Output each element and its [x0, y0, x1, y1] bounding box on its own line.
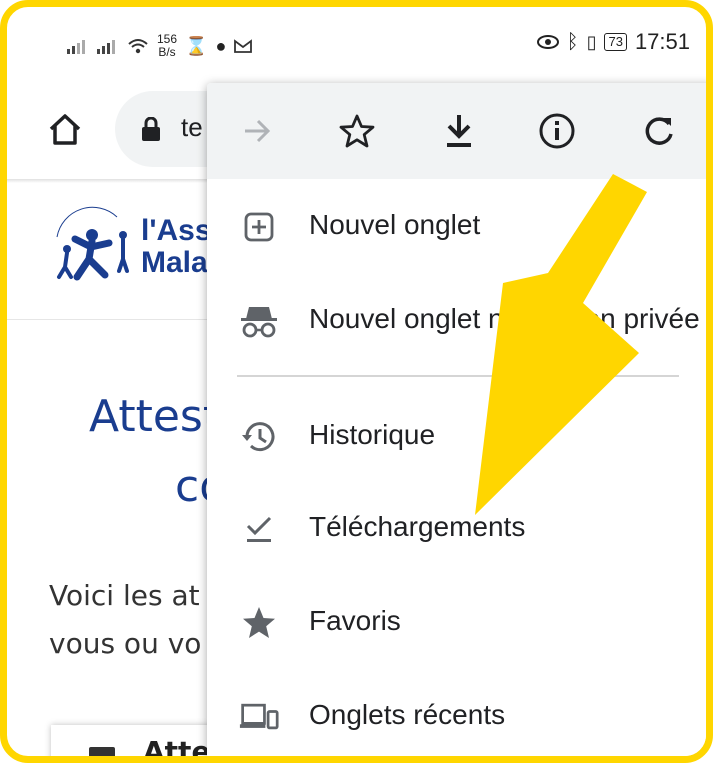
gmail-icon	[234, 39, 253, 53]
logo-line-1: l'Ass	[141, 214, 212, 247]
clock: 17:51	[634, 29, 690, 54]
wifi-icon	[128, 39, 148, 54]
card-title: Atte	[143, 735, 211, 763]
logo-line-2: Mala	[141, 246, 208, 279]
refresh-icon[interactable]	[639, 111, 679, 151]
forward-icon[interactable]	[237, 111, 277, 151]
home-icon[interactable]	[47, 111, 83, 147]
url-text: te	[181, 112, 203, 142]
menu-item-label: Téléchargements	[309, 511, 526, 542]
body-text-line-2: vous ou vo	[49, 627, 202, 660]
star-icon[interactable]	[337, 111, 377, 151]
menu-item-new-tab[interactable]: Nouvel onglet	[207, 187, 706, 267]
body-text-line-1: Voici les at	[49, 579, 200, 612]
history-icon	[239, 417, 279, 457]
menu-item-recent-tabs[interactable]: Onglets récents	[207, 677, 706, 756]
status-left: 156 B/s ⌛ ●	[67, 33, 253, 59]
signal-icon	[67, 40, 85, 54]
devices-icon	[239, 697, 279, 737]
menu-action-bar	[207, 83, 706, 179]
overflow-menu: Nouvel onglet Nouvel onglet navigation p…	[207, 83, 706, 756]
menu-item-label: Nouvel onglet	[309, 209, 481, 240]
bluetooth-icon: ᛒ	[566, 30, 579, 53]
star-filled-icon	[239, 603, 279, 643]
net-speed: 156 B/s	[157, 33, 177, 59]
eye-icon	[536, 35, 559, 49]
battery-indicator: 73	[604, 33, 627, 51]
menu-item-bookmarks[interactable]: Favoris	[207, 583, 706, 663]
menu-item-incognito[interactable]: Nouvel onglet navigation privée	[207, 281, 706, 361]
net-speed-unit: B/s	[158, 45, 176, 59]
menu-item-label: Nouvel onglet navigation privée	[309, 303, 700, 334]
menu-separator	[237, 375, 679, 377]
record-icon: ●	[215, 35, 227, 56]
status-right: ᛒ ▯ 73 17:51	[536, 29, 690, 55]
download-icon[interactable]	[439, 111, 479, 151]
logo-wordmark: l'Ass Mala	[141, 215, 212, 279]
status-bar: 156 B/s ⌛ ● ᛒ ▯ 73 17:51	[7, 7, 706, 87]
assurance-maladie-logo	[56, 206, 129, 281]
menu-item-history[interactable]: Historique	[207, 397, 706, 477]
info-icon[interactable]	[537, 111, 577, 151]
incognito-icon	[239, 301, 279, 341]
hourglass-icon: ⌛	[185, 35, 208, 56]
lock-icon	[142, 117, 160, 141]
screenshot-frame: 156 B/s ⌛ ● ᛒ ▯ 73 17:51 te l'Ass Mala A…	[0, 0, 713, 763]
menu-item-downloads[interactable]: Téléchargements	[207, 489, 706, 569]
downloads-check-icon	[239, 509, 279, 549]
signal-icon-2	[97, 40, 115, 54]
page-title-line-1: Attest	[89, 391, 221, 442]
document-icon	[89, 747, 115, 756]
menu-item-label: Onglets récents	[309, 699, 506, 730]
menu-item-label: Historique	[309, 419, 436, 450]
vibrate-icon: ▯	[586, 31, 597, 52]
menu-item-label: Favoris	[309, 605, 401, 636]
new-tab-icon	[239, 207, 279, 247]
